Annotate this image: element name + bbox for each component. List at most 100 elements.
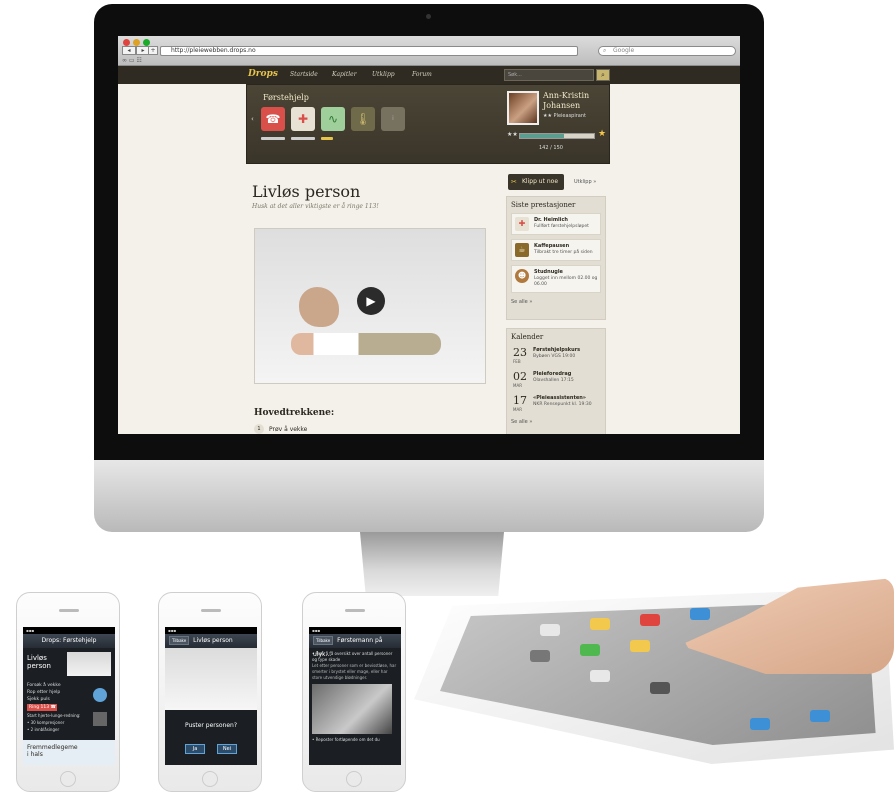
hero-image: [67, 652, 111, 676]
app-icon[interactable]: [640, 614, 660, 626]
browser-search-input[interactable]: ⌕ Google: [598, 46, 736, 56]
home-button[interactable]: [346, 771, 362, 787]
achievements-see-all-link[interactable]: Se alle »: [507, 297, 605, 311]
close-window-button[interactable]: [123, 39, 130, 46]
calendar-title: Kalender: [511, 333, 544, 341]
rank-stars-icon: ★★: [507, 131, 518, 138]
back-button[interactable]: ◂: [122, 46, 136, 55]
site-logo[interactable]: Drops: [248, 69, 278, 79]
event-day: 02: [513, 370, 527, 383]
call-113-button[interactable]: Ring 113 ☎: [27, 704, 57, 711]
calendar-event[interactable]: 23 FEB Førstehjelpskurs Bybøen VGS 19:00: [511, 345, 601, 369]
play-icon[interactable]: ▶: [357, 287, 385, 315]
calendar-event[interactable]: 17 MAR «Pleieassistenten» NKR Rensepunkt…: [511, 393, 601, 417]
video-player[interactable]: ▶: [254, 228, 486, 384]
imac-chin: [94, 460, 764, 532]
nav-link-forum[interactable]: Forum: [412, 71, 432, 78]
no-button[interactable]: Nei: [217, 744, 237, 754]
chevron-left-icon[interactable]: ‹: [251, 115, 254, 123]
achievement-desc: Fullført førstehjelpsløpet: [534, 224, 589, 229]
browser-search-placeholder: Google: [613, 47, 635, 54]
rescuer-figure: [299, 287, 339, 327]
phone-header: Tilbake Livløs person: [165, 634, 257, 648]
achievement-name: Studnugle: [534, 269, 563, 275]
app-icon[interactable]: [690, 608, 710, 620]
calendar-see-all-link[interactable]: Se alle »: [507, 417, 605, 431]
status-bar: ▪▪▪: [23, 627, 115, 634]
phone-header-title: Livløs person: [193, 637, 233, 644]
clippings-link[interactable]: Utklipp »: [574, 179, 596, 185]
site-search-button[interactable]: ⌕: [596, 69, 610, 81]
app-icon[interactable]: [580, 644, 600, 656]
back-button[interactable]: Tilbake: [169, 636, 190, 645]
phone-icon: ☎: [50, 705, 57, 710]
xp-progress-fill: [520, 134, 565, 138]
avatar[interactable]: [507, 91, 539, 125]
app-icon[interactable]: [540, 624, 560, 636]
document-icon[interactable]: [93, 712, 107, 726]
event-month: FEB: [513, 359, 521, 364]
zoom-window-button[interactable]: [143, 39, 150, 46]
event-subtitle: Bybøen VGS 19:00: [533, 354, 576, 359]
site-navigation: Drops Startside Kapitler Utklipp Forum S…: [118, 66, 740, 84]
next-chapter[interactable]: Fremmedlegeme i hals: [23, 740, 115, 765]
app-icon[interactable]: [530, 650, 550, 662]
phone-icon[interactable]: ☎: [261, 107, 285, 140]
event-title: Pleieforedrag: [533, 371, 572, 377]
video-icon[interactable]: [93, 688, 107, 702]
app-icon[interactable]: [810, 710, 830, 722]
achievement-item[interactable]: ☕ Kaffepausen Tilbrakt tre timer på side…: [511, 239, 601, 261]
nav-link-kapitler[interactable]: Kapitler: [332, 71, 357, 78]
app-icon[interactable]: [590, 618, 610, 630]
phone-speaker: [59, 609, 79, 612]
status-bar: ▪▪▪: [165, 627, 257, 634]
event-subtitle: NKR Rensepunkt kl. 19:30: [533, 402, 592, 407]
home-button[interactable]: [60, 771, 76, 787]
article: Livløs person Husk at det aller viktigst…: [252, 182, 492, 434]
first-aid-kit-icon[interactable]: ✚: [291, 107, 315, 140]
back-button[interactable]: Tilbake: [313, 636, 334, 645]
next-chapter-title: Fremmedlegeme i hals: [27, 744, 78, 758]
thermometer-icon[interactable]: 🌡: [351, 107, 375, 131]
heartbeat-icon[interactable]: ∿: [321, 107, 345, 140]
minimize-window-button[interactable]: [133, 39, 140, 46]
nav-link-startside[interactable]: Startside: [290, 71, 318, 78]
achievement-item[interactable]: ✚ Dr. Heimlich Fullført førstehjelpsløpe…: [511, 213, 601, 235]
yes-button[interactable]: Ja: [185, 744, 205, 754]
phone-3-screen: ▪▪▪ Tilbake Førstemann på ulyk... • Prøv …: [309, 627, 401, 765]
step-list-item: Sjekk puls: [27, 697, 50, 702]
bookmarks-bar-icons[interactable]: ∞ ▭ ☷: [122, 57, 142, 64]
bullet-text: • Prøv å få oversikt over antall persone…: [312, 651, 393, 662]
page-title: Livløs person: [252, 182, 361, 201]
step-list: Forsøk å vekke Rop etter hjelp Sjekk pul…: [27, 682, 85, 733]
page-subtitle: Husk at det aller viktigste er å ringe 1…: [252, 203, 379, 210]
camera: [426, 14, 431, 19]
app-icon[interactable]: [750, 718, 770, 730]
browser-toolbar: ◂ ▸ + http://pleiewebben.drops.no ⌕ Googl…: [118, 36, 740, 66]
bullet-text: • Reposter fortløpende om det du: [312, 737, 380, 742]
paragraph-text: Let etter personer som er bevisstløse, h…: [312, 663, 397, 680]
info-icon[interactable]: i: [381, 107, 405, 131]
site-search-input[interactable]: Søk...: [504, 69, 594, 81]
phone-header: Drops: Førstehjelp: [23, 634, 115, 648]
clip-button[interactable]: ✂ Klipp ut noe: [508, 174, 564, 190]
phone-speaker: [345, 609, 365, 612]
app-icon[interactable]: [630, 640, 650, 652]
star-icon: ★: [598, 129, 607, 139]
calendar-event[interactable]: 02 MAR Pleieforedrag Olavshallen 17:15: [511, 369, 601, 393]
add-bookmark-button[interactable]: +: [148, 46, 158, 55]
nav-link-utklipp[interactable]: Utklipp: [372, 71, 395, 78]
section-heading: Hovedtrekkene:: [254, 408, 335, 418]
event-month: MAR: [513, 407, 522, 412]
achievement-item[interactable]: ☻ Studnugle Logget inn mellom 02.00 og 0…: [511, 265, 601, 293]
achievements-title: Siste prestasjoner: [511, 201, 576, 209]
app-icon[interactable]: [650, 682, 670, 694]
step-list-item: • 30 kompresjoner: [27, 720, 65, 725]
profile-rank: ★★ Pleieaspirant: [543, 113, 586, 119]
home-button[interactable]: [202, 771, 218, 787]
event-title: Førstehjelpskurs: [533, 347, 581, 353]
address-bar[interactable]: http://pleiewebben.drops.no: [160, 46, 578, 56]
search-icon: ⌕: [603, 47, 607, 54]
app-icon[interactable]: [590, 670, 610, 682]
phone-2: ▪▪▪ Tilbake Livløs person Puster personen…: [158, 592, 262, 792]
